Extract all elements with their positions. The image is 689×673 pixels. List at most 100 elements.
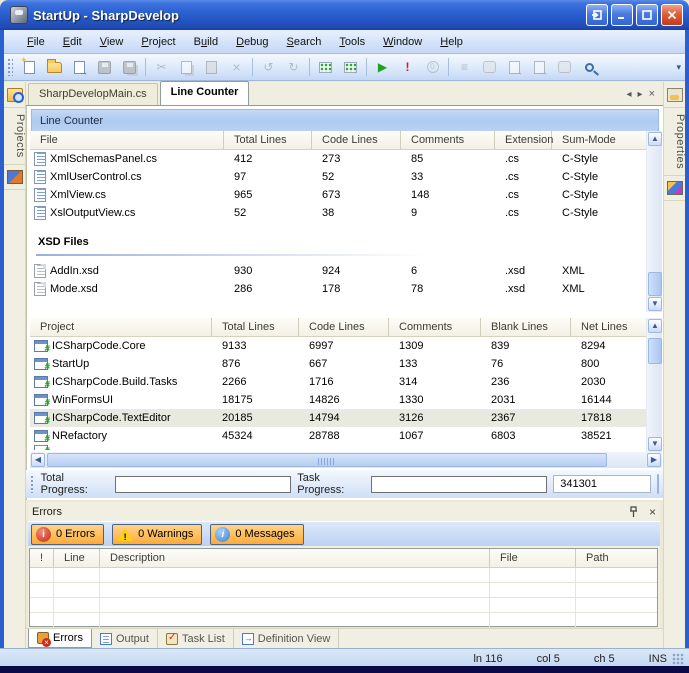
scroll-tabs-left-icon[interactable]: ◂	[627, 89, 632, 100]
close-button[interactable]	[661, 4, 683, 26]
column-header[interactable]: Comments	[389, 318, 481, 336]
menu-item[interactable]: Build	[185, 33, 227, 51]
table-row[interactable]: WinFormsUI 1817514826 13302031 16144	[30, 391, 646, 409]
prev-bookmark-button[interactable]	[313, 56, 338, 78]
horizontal-scrollbar[interactable]: ◀ ▶	[30, 452, 662, 468]
column-header[interactable]: !	[30, 549, 54, 567]
scroll-up-icon[interactable]: ▲	[648, 132, 662, 146]
column-header[interactable]: Sum-Mode	[552, 131, 646, 149]
properties-pad-button[interactable]	[664, 82, 686, 108]
abort-button[interactable]: !	[395, 56, 420, 78]
filter-button[interactable]: i 0 Warnings	[112, 524, 202, 545]
menu-item[interactable]: Project	[132, 33, 184, 51]
panel-tab[interactable]: Errors	[28, 629, 92, 648]
column-header[interactable]: Total Lines	[224, 131, 312, 149]
open-with-button[interactable]	[67, 56, 92, 78]
resize-grip[interactable]	[672, 653, 684, 665]
save-all-button[interactable]	[117, 56, 142, 78]
menu-item[interactable]: Edit	[54, 33, 91, 51]
undo-button[interactable]: ↺	[256, 56, 281, 78]
column-header[interactable]: Total Lines	[212, 318, 299, 336]
menu-item[interactable]: Help	[431, 33, 472, 51]
column-header[interactable]: Code Lines	[299, 318, 389, 336]
scroll-right-icon[interactable]: ▶	[647, 453, 661, 467]
table-row[interactable]: Mode.xsd 286178 78.xsd XML	[30, 280, 646, 298]
toolbar-overflow-button[interactable]: ▾	[676, 62, 681, 73]
column-header[interactable]: Path	[576, 549, 657, 567]
build-button[interactable]	[502, 56, 527, 78]
table-row[interactable]: XmlView.cs 965673 148.cs C-Style	[30, 186, 646, 204]
toolbar-grip[interactable]	[7, 58, 13, 76]
menu-item[interactable]: Search	[278, 33, 331, 51]
box-button[interactable]	[477, 56, 502, 78]
menu-item[interactable]: File	[18, 33, 54, 51]
column-header[interactable]: File	[490, 549, 576, 567]
document-tab[interactable]: SharpDevelopMain.cs	[28, 83, 158, 105]
table-row[interactable]	[30, 445, 646, 450]
redo-button[interactable]: ↻	[281, 56, 306, 78]
menu-item[interactable]: Tools	[330, 33, 374, 51]
scroll-tabs-right-icon[interactable]: ▸	[638, 89, 643, 100]
title-bar[interactable]: StartUp - SharpDevelop	[0, 0, 689, 30]
files-table-scrollbar[interactable]: ▲ ▼	[646, 131, 662, 312]
document-tab[interactable]: Line Counter	[160, 81, 250, 105]
projects-table-scrollbar[interactable]: ▲ ▼	[646, 318, 662, 452]
table-row[interactable]: NRefactory 4532428788 10676803 38521	[30, 427, 646, 445]
column-header[interactable]: Blank Lines	[481, 318, 571, 336]
toolbox-pad-button[interactable]	[664, 175, 686, 201]
projects-pad-button[interactable]	[4, 82, 26, 108]
classes-pad-button[interactable]	[4, 164, 26, 190]
menu-item[interactable]: View	[91, 33, 133, 51]
run-button[interactable]: ▶	[370, 56, 395, 78]
column-header[interactable]: Description	[100, 549, 490, 567]
scroll-down-icon[interactable]: ▼	[648, 437, 662, 451]
table-row[interactable]: ICSharpCode.Build.Tasks 22661716 314236 …	[30, 373, 646, 391]
dock-window-button[interactable]	[586, 4, 608, 26]
menu-item[interactable]: Debug	[227, 33, 277, 51]
table-row[interactable]: AddIn.xsd 930924 6.xsd XML	[30, 262, 646, 280]
column-header[interactable]: Net Lines	[571, 318, 646, 336]
column-header[interactable]: File	[30, 131, 224, 149]
rebuild-button[interactable]	[527, 56, 552, 78]
pause-button[interactable]: 0	[420, 56, 445, 78]
filter-button[interactable]: i 0 Errors	[31, 524, 104, 545]
filter-button[interactable]: i 0 Messages	[210, 524, 303, 545]
column-header[interactable]: Extension	[495, 131, 552, 149]
scroll-up-icon[interactable]: ▲	[648, 319, 662, 333]
column-header[interactable]: Project	[30, 318, 212, 336]
sort-lines-button[interactable]: ≡	[452, 56, 477, 78]
save-button[interactable]	[92, 56, 117, 78]
menu-item[interactable]: Window	[374, 33, 431, 51]
cut-button[interactable]: ✂	[149, 56, 174, 78]
column-header[interactable]: Code Lines	[312, 131, 401, 149]
table-row[interactable]: StartUp 876667 13376 800	[30, 355, 646, 373]
table-row[interactable]: XslOutputView.cs 5238 9.cs C-Style	[30, 204, 646, 222]
copy-button[interactable]	[174, 56, 199, 78]
scrollbar-thumb[interactable]	[648, 338, 662, 364]
table-row[interactable]: ICSharpCode.TextEditor 2018514794 312623…	[30, 409, 646, 427]
pin-icon[interactable]	[628, 506, 639, 518]
search-button[interactable]	[577, 56, 602, 78]
delete-button[interactable]: ×	[224, 56, 249, 78]
paste-button[interactable]	[199, 56, 224, 78]
column-header[interactable]: Line	[54, 549, 100, 567]
maximize-button[interactable]	[636, 4, 658, 26]
close-document-icon[interactable]: ×	[649, 88, 655, 100]
toolbar-grip[interactable]	[30, 475, 35, 493]
column-header[interactable]: Comments	[401, 131, 495, 149]
open-button[interactable]	[42, 56, 67, 78]
scroll-left-icon[interactable]: ◀	[31, 453, 45, 467]
table-row[interactable]: XmlSchemasPanel.cs 412273 85.cs C-Style	[30, 150, 646, 168]
properties-pad-label[interactable]: Properties	[664, 108, 686, 175]
table-row[interactable]: XmlUserControl.cs 9752 33.cs C-Style	[30, 168, 646, 186]
panel-tab[interactable]: Task List	[158, 629, 234, 648]
panel-tab[interactable]: Output	[92, 629, 158, 648]
preview-button[interactable]	[552, 56, 577, 78]
projects-pad-label[interactable]: Projects	[4, 108, 26, 164]
scrollbar-thumb[interactable]	[47, 453, 607, 467]
next-bookmark-button[interactable]	[338, 56, 363, 78]
scrollbar-thumb[interactable]	[648, 272, 662, 296]
scroll-down-icon[interactable]: ▼	[648, 297, 662, 311]
minimize-button[interactable]	[611, 4, 633, 26]
new-file-button[interactable]	[17, 56, 42, 78]
